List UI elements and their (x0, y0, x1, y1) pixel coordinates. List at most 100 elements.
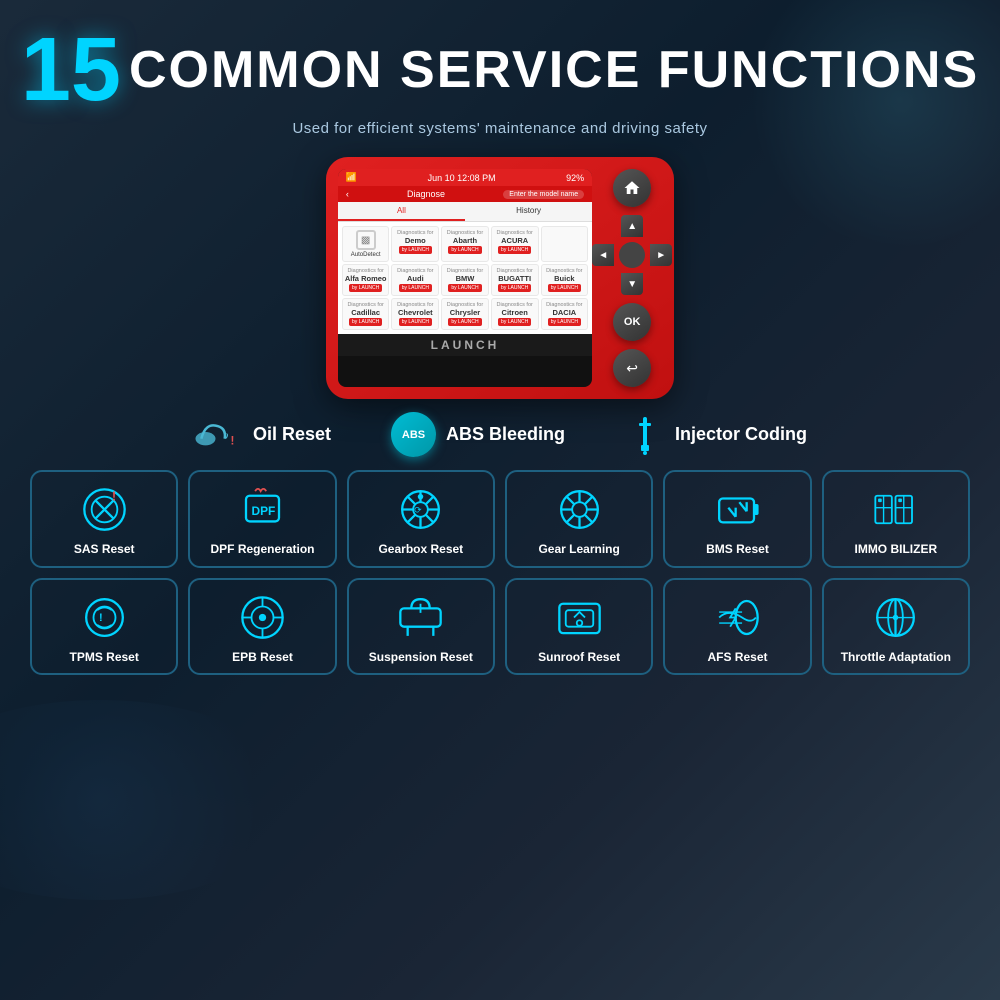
sas-icon: ! (77, 482, 132, 537)
svg-text:!: ! (230, 435, 234, 448)
immobilizer-icon (868, 482, 923, 537)
afs-reset-card[interactable]: AFS Reset (663, 578, 811, 676)
tpms-icon: ! (77, 590, 132, 645)
tpms-reset-label: TPMS Reset (69, 650, 138, 666)
bms-icon (710, 482, 765, 537)
afs-icon (710, 590, 765, 645)
back-button[interactable]: ‹ (346, 189, 349, 199)
svg-text:!: ! (111, 488, 115, 503)
status-bar: 📶 Jun 10 12:08 PM 92% (338, 169, 592, 186)
brand-dacia[interactable]: Diagnostics for DACIA by LAUNCH (541, 298, 589, 330)
gearbox-icon: ⟳ (393, 482, 448, 537)
subtitle: Used for efficient systems' maintenance … (20, 120, 980, 137)
dpad-right[interactable]: ► (650, 244, 672, 266)
tab-all[interactable]: All (338, 202, 465, 221)
functions-grid: ! SAS Reset DPF DPF Regeneration (30, 470, 970, 675)
gear-learning-label: Gear Learning (538, 542, 619, 558)
nav-title: Diagnose (407, 189, 445, 199)
oil-icon: ! (193, 417, 243, 452)
bg-decoration-bottom (0, 700, 300, 900)
abs-icon: ABS (391, 412, 436, 457)
sunroof-icon (552, 590, 607, 645)
home-button[interactable] (613, 169, 651, 207)
epb-reset-label: EPB Reset (232, 650, 293, 666)
dpf-regen-card[interactable]: DPF DPF Regeneration (188, 470, 336, 568)
immobilizer-card[interactable]: IMMO BILIZER (822, 470, 970, 568)
dpad-down[interactable]: ▼ (621, 273, 643, 295)
suspension-reset-card[interactable]: Suspension Reset (347, 578, 495, 676)
autodetect-cell[interactable]: ▩ AutoDetect (342, 226, 390, 262)
injector-coding-label: Injector Coding (675, 424, 807, 445)
brand-audi[interactable]: Diagnostics for Audi by LAUNCH (391, 264, 439, 296)
header: 15 COMMON SERVICE FUNCTIONS Used for eff… (0, 0, 1000, 147)
immobilizer-label: IMMO BILIZER (854, 542, 937, 558)
launch-brand-label: LAUNCH (338, 334, 592, 356)
sunroof-reset-label: Sunroof Reset (538, 650, 620, 666)
throttle-icon (868, 590, 923, 645)
injector-icon (625, 415, 665, 455)
epb-icon (235, 590, 290, 645)
brand-alfa[interactable]: Diagnostics for Alfa Romeo by LAUNCH (342, 264, 390, 296)
brand-bugatti[interactable]: Diagnostics for BUGATTI by LAUNCH (491, 264, 539, 296)
svg-text:!: ! (99, 612, 103, 624)
title-number: 15 (21, 25, 121, 115)
abs-bleeding-item: ABS ABS Bleeding (391, 412, 565, 457)
sas-reset-card[interactable]: ! SAS Reset (30, 470, 178, 568)
dpf-regen-label: DPF Regeneration (210, 542, 314, 558)
brand-empty-1 (541, 226, 589, 262)
battery-display: 92% (566, 173, 584, 183)
brand-bmw[interactable]: Diagnostics for BMW by LAUNCH (441, 264, 489, 296)
throttle-adaptation-card[interactable]: Throttle Adaptation (822, 578, 970, 676)
sas-reset-label: SAS Reset (74, 542, 135, 558)
oil-reset-item: ! Oil Reset (193, 417, 331, 452)
back-nav-button[interactable]: ↩ (613, 349, 651, 387)
autodetect-icon: ▩ (356, 230, 376, 250)
ok-button[interactable]: OK (613, 303, 651, 341)
brand-grid: ▩ AutoDetect Diagnostics for Demo by LAU… (342, 226, 588, 330)
suspension-reset-label: Suspension Reset (369, 650, 473, 666)
functions-section: ! SAS Reset DPF DPF Regeneration (0, 465, 1000, 685)
nav-bar: ‹ Diagnose Enter the model name (338, 186, 592, 202)
brand-buick[interactable]: Diagnostics for Buick by LAUNCH (541, 264, 589, 296)
gearbox-reset-card[interactable]: ⟳ Gearbox Reset (347, 470, 495, 568)
bms-reset-label: BMS Reset (706, 542, 769, 558)
throttle-adaptation-label: Throttle Adaptation (841, 650, 951, 666)
epb-reset-card[interactable]: EPB Reset (188, 578, 336, 676)
brand-abarth[interactable]: Diagnostics for Abarth by LAUNCH (441, 226, 489, 262)
brand-citroen[interactable]: Diagnostics for Citroen by LAUNCH (491, 298, 539, 330)
dpad-left[interactable]: ◄ (592, 244, 614, 266)
bms-reset-card[interactable]: BMS Reset (663, 470, 811, 568)
tab-bar: All History (338, 202, 592, 222)
suspension-icon (393, 590, 448, 645)
brand-cadillac[interactable]: Diagnostics for Cadillac by LAUNCH (342, 298, 390, 330)
search-bar[interactable]: Enter the model name (503, 190, 584, 199)
gearbox-reset-label: Gearbox Reset (378, 542, 463, 558)
dpad: ▲ ▼ ◄ ► (592, 215, 672, 295)
afs-reset-label: AFS Reset (707, 650, 767, 666)
svg-text:DPF: DPF (251, 504, 275, 518)
svg-text:⟳: ⟳ (414, 505, 422, 515)
dpad-up[interactable]: ▲ (621, 215, 643, 237)
dpad-center (619, 242, 645, 268)
service-icons-row: ! Oil Reset ABS ABS Bleeding Injector Co… (0, 404, 1000, 465)
oil-reset-label: Oil Reset (253, 424, 331, 445)
tpms-reset-card[interactable]: ! TPMS Reset (30, 578, 178, 676)
brand-chrysler[interactable]: Diagnostics for Chrysler by LAUNCH (441, 298, 489, 330)
brand-acura[interactable]: Diagnostics for ACURA by LAUNCH (491, 226, 539, 262)
brand-demo[interactable]: Diagnostics for Demo by LAUNCH (391, 226, 439, 262)
screen-content: ▩ AutoDetect Diagnostics for Demo by LAU… (338, 222, 592, 334)
time-display: Jun 10 12:08 PM (428, 173, 496, 183)
injector-coding-item: Injector Coding (625, 415, 807, 455)
dpf-icon: DPF (235, 482, 290, 537)
device-container: 📶 Jun 10 12:08 PM 92% ‹ Diagnose Enter t… (0, 157, 1000, 399)
device: 📶 Jun 10 12:08 PM 92% ‹ Diagnose Enter t… (326, 157, 674, 399)
gear-learning-icon (552, 482, 607, 537)
title-line: 15 COMMON SERVICE FUNCTIONS (20, 25, 980, 115)
brand-chevrolet[interactable]: Diagnostics for Chevrolet by LAUNCH (391, 298, 439, 330)
buttons-panel: ▲ ▼ ◄ ► OK ↩ (602, 169, 662, 387)
abs-bleeding-label: ABS Bleeding (446, 424, 565, 445)
sunroof-reset-card[interactable]: Sunroof Reset (505, 578, 653, 676)
title-text: COMMON SERVICE FUNCTIONS (129, 44, 979, 96)
gear-learning-card[interactable]: Gear Learning (505, 470, 653, 568)
tab-history[interactable]: History (465, 202, 592, 221)
